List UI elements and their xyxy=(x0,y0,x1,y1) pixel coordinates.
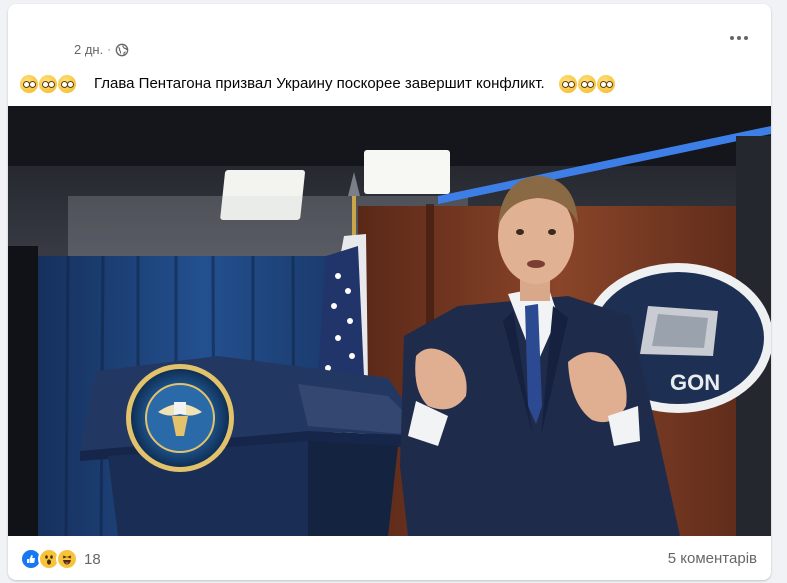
caption-emoji-group-end xyxy=(558,75,615,93)
meta-separator: · xyxy=(107,43,111,56)
clown-face-emoji-icon xyxy=(577,75,596,93)
podium xyxy=(80,356,430,536)
clown-face-emoji-icon xyxy=(20,75,38,93)
clown-face-emoji-icon xyxy=(58,75,76,93)
reactions-summary[interactable]: 18 xyxy=(20,548,101,570)
more-options-icon[interactable] xyxy=(725,28,753,48)
post-card: 2 дн. · Глава Пентагона призвал Украину … xyxy=(8,4,771,580)
reaction-count: 18 xyxy=(84,550,101,568)
caption-emoji-group-start xyxy=(20,75,76,93)
post-meta: 2 дн. · xyxy=(74,42,129,57)
post-time[interactable]: 2 дн. xyxy=(74,42,103,57)
press-briefing-photo: GON xyxy=(8,106,771,536)
wall-sign-text: GON xyxy=(670,370,720,395)
clown-face-emoji-icon xyxy=(596,75,615,93)
comments-count-link[interactable]: 5 коментарів xyxy=(668,550,757,567)
post-header: 2 дн. · xyxy=(8,4,771,66)
post-footer: 18 5 коментарів xyxy=(8,536,771,580)
haha-icon xyxy=(56,548,78,570)
globe-icon xyxy=(115,43,129,56)
clown-face-emoji-icon xyxy=(39,75,57,93)
clown-face-emoji-icon xyxy=(558,75,577,93)
caption-text: Глава Пентагона призвал Украину поскорее… xyxy=(94,75,545,92)
post-caption: Глава Пентагона призвал Украину поскорее… xyxy=(20,72,615,96)
post-photo[interactable]: GON xyxy=(8,106,771,536)
